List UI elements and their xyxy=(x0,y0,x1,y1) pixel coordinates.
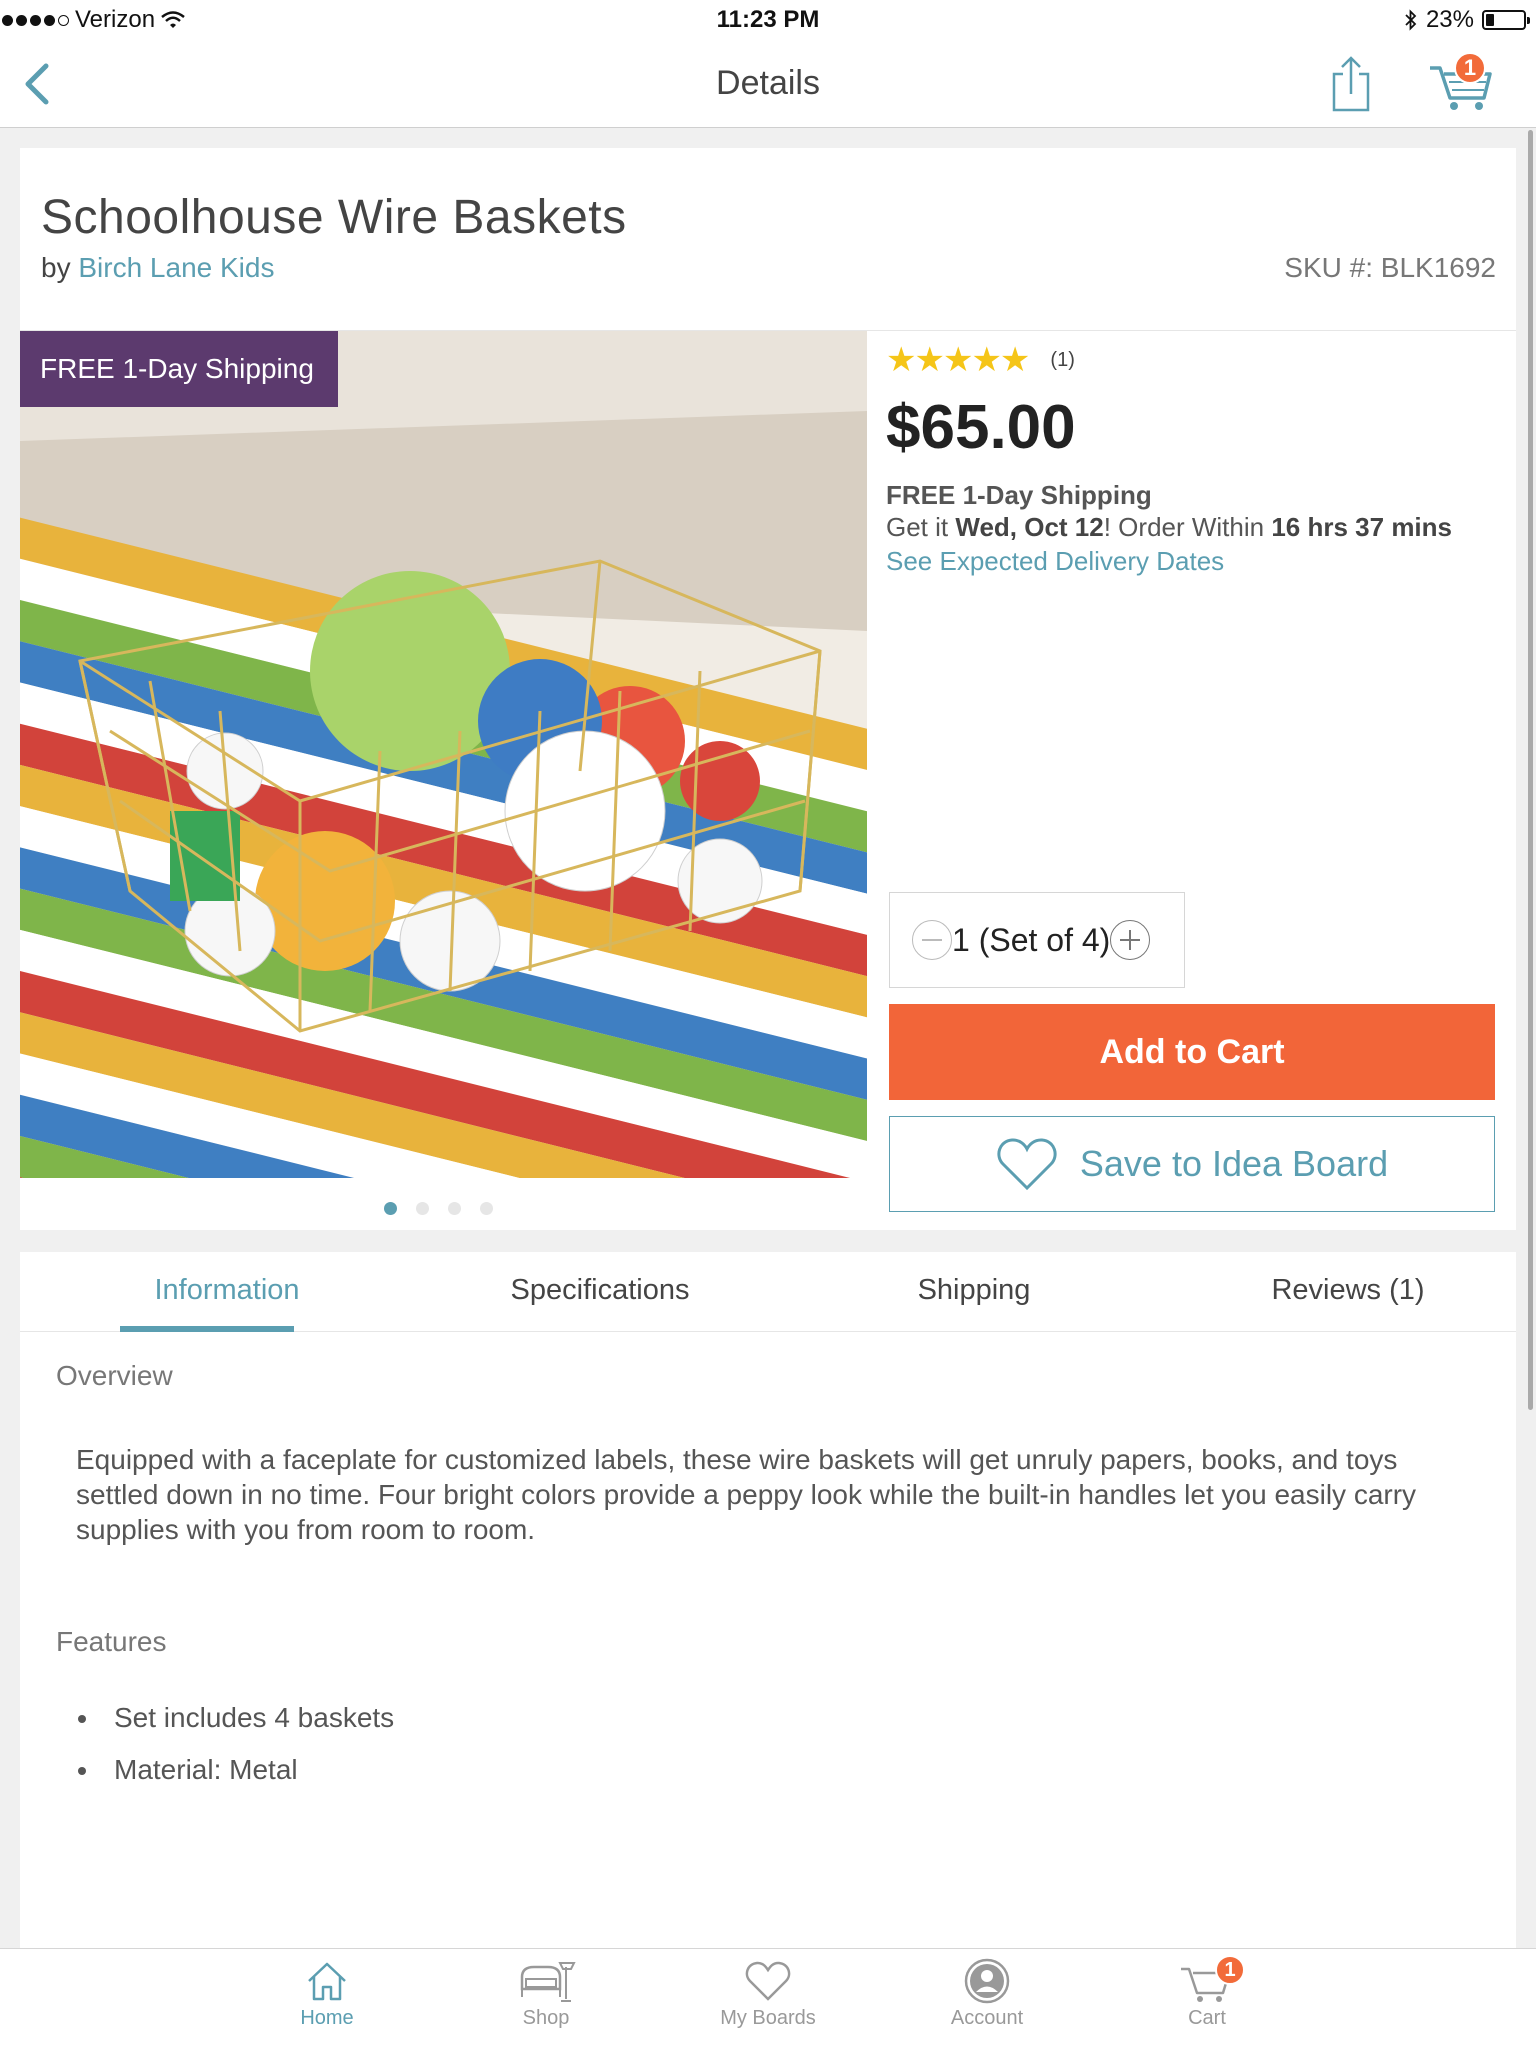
tab-bar-label: Cart xyxy=(1188,2007,1226,2029)
rating-count: (1) xyxy=(1050,348,1075,371)
details-section: Information Specifications Shipping Revi… xyxy=(20,1252,1516,2048)
pager-dot[interactable] xyxy=(384,1202,397,1215)
decrement-button[interactable] xyxy=(912,920,952,960)
features-heading: Features xyxy=(56,1626,167,1657)
price: $65.00 xyxy=(886,393,1076,462)
tab-bar-cart[interactable]: 1 Cart xyxy=(1097,1955,1317,2030)
pager-dot[interactable] xyxy=(448,1202,461,1215)
sku-label: SKU #: BLK1692 xyxy=(1284,252,1496,283)
add-to-cart-button[interactable]: Add to Cart xyxy=(889,1004,1495,1100)
tab-specifications[interactable]: Specifications xyxy=(413,1274,787,1307)
list-item: Material: Metal xyxy=(76,1744,394,1796)
scroll-indicator[interactable] xyxy=(1528,130,1533,1410)
cart-count-badge: 1 xyxy=(1454,52,1486,84)
increment-button[interactable] xyxy=(1110,920,1151,960)
tab-information[interactable]: Information xyxy=(40,1274,414,1307)
tab-bar-my-boards[interactable]: My Boards xyxy=(658,1957,878,2030)
tab-bar-shop[interactable]: Shop xyxy=(436,1957,656,2030)
save-label: Save to Idea Board xyxy=(1079,1143,1389,1184)
pager-dot[interactable] xyxy=(480,1202,493,1215)
tab-bar-label: Home xyxy=(300,2007,354,2029)
detail-tabs: Information Specifications Shipping Revi… xyxy=(20,1252,1516,1332)
status-bar: Verizon 11:23 PM 23% xyxy=(0,0,1536,40)
free-shipping-badge: FREE 1-Day Shipping xyxy=(20,331,338,407)
save-to-idea-board-button[interactable]: Save to Idea Board xyxy=(889,1116,1495,1212)
battery-icon xyxy=(1482,10,1530,30)
account-icon xyxy=(964,1958,1010,2004)
brand-link[interactable]: Birch Lane Kids xyxy=(78,252,274,283)
page-title: Details xyxy=(716,64,820,102)
delivery-countdown: 16 hrs 37 mins xyxy=(1271,512,1452,542)
delivery-middle: ! Order Within xyxy=(1103,512,1265,542)
star-rating-icon: ★★★★★ xyxy=(886,341,1030,379)
bottom-tab-bar: Home Shop My Boards Account 1 Cart xyxy=(0,1948,1536,2048)
byline-prefix: by xyxy=(41,252,71,283)
list-item: Set includes 4 baskets xyxy=(76,1692,394,1744)
cart-count-badge: 1 xyxy=(1215,1955,1245,1985)
tab-bar-label: My Boards xyxy=(720,2007,816,2029)
delivery-date: Wed, Oct 12 xyxy=(955,512,1104,542)
battery-percent: 23% xyxy=(1425,6,1474,33)
status-right: 23% xyxy=(1404,6,1530,34)
tab-bar-label: Account xyxy=(950,2007,1024,2029)
overview-heading: Overview xyxy=(56,1360,173,1391)
tab-bar-label: Shop xyxy=(522,2007,570,2029)
share-icon[interactable] xyxy=(1326,54,1376,114)
heart-icon xyxy=(745,1961,791,2001)
delivery-estimate: Get it Wed, Oct 12! Order Within 16 hrs … xyxy=(886,512,1452,543)
product-card: Schoolhouse Wire Baskets by Birch Lane K… xyxy=(20,148,1516,1230)
rating[interactable]: ★★★★★ (1) xyxy=(886,340,1075,380)
image-pager[interactable] xyxy=(384,1202,493,1215)
tab-reviews[interactable]: Reviews (1) xyxy=(1161,1274,1535,1307)
nav-cart-button[interactable]: 1 xyxy=(1426,52,1496,114)
delivery-prefix: Get it xyxy=(886,512,949,542)
quantity-value: 1 (Set of 4) xyxy=(952,921,1111,958)
shop-icon xyxy=(520,1962,576,2002)
pager-dot[interactable] xyxy=(416,1202,429,1215)
clock: 11:23 PM xyxy=(716,6,820,33)
nav-bar: Details 1 xyxy=(0,40,1536,128)
byline: by Birch Lane Kids xyxy=(41,252,274,284)
expected-delivery-link[interactable]: See Expected Delivery Dates xyxy=(886,546,1224,577)
features-list: Set includes 4 baskets Material: Metal xyxy=(76,1692,394,1796)
quantity-stepper: 1 (Set of 4) xyxy=(889,892,1185,988)
shipping-label: FREE 1-Day Shipping xyxy=(886,480,1152,510)
active-tab-indicator xyxy=(120,1326,294,1332)
bluetooth-icon xyxy=(1405,9,1417,31)
overview-text: Equipped with a faceplate for customized… xyxy=(76,1444,1417,1545)
tab-shipping[interactable]: Shipping xyxy=(787,1274,1161,1307)
product-title: Schoolhouse Wire Baskets xyxy=(41,191,627,244)
product-photo xyxy=(20,331,867,1178)
heart-icon xyxy=(997,1138,1057,1191)
tab-bar-account[interactable]: Account xyxy=(877,1957,1097,2030)
tab-bar-home[interactable]: Home xyxy=(217,1957,437,2030)
home-icon xyxy=(308,1962,346,2001)
product-image[interactable]: FREE 1-Day Shipping xyxy=(20,331,867,1178)
